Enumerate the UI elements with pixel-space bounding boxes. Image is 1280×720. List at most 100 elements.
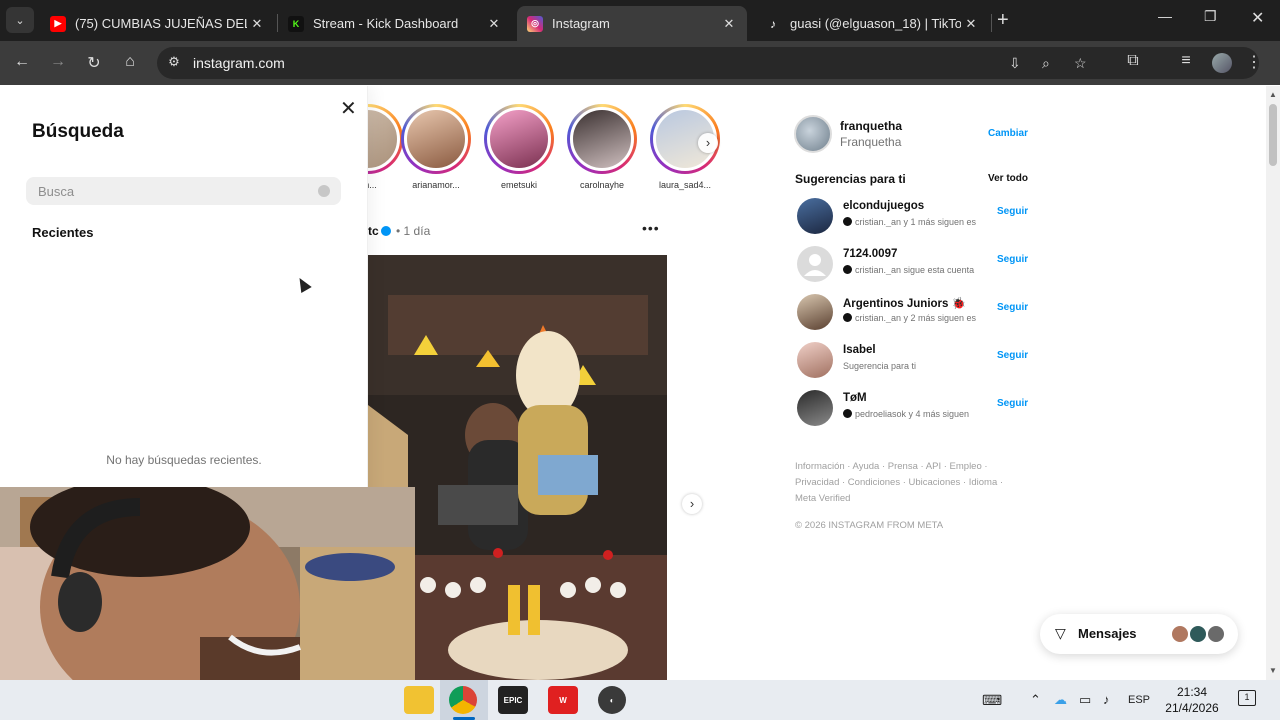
see-all-link[interactable]: Ver todo bbox=[988, 173, 1028, 184]
chrome-icon[interactable] bbox=[449, 686, 477, 714]
tab-search-button[interactable]: ⌄ bbox=[6, 7, 34, 33]
obs-icon[interactable]: ◐ bbox=[598, 686, 626, 714]
close-icon[interactable]: ✕ bbox=[247, 16, 267, 32]
address-bar[interactable]: ⚙ instagram.com ⇩ ⌕ ☆ bbox=[157, 47, 1259, 79]
more-options-icon[interactable]: ••• bbox=[642, 220, 660, 236]
close-search-icon[interactable]: ✕ bbox=[340, 96, 357, 121]
story-name: arianamor... bbox=[412, 180, 460, 190]
switch-account-button[interactable]: Cambiar bbox=[988, 128, 1028, 139]
reload-icon[interactable]: ↻ bbox=[84, 53, 104, 73]
follow-button[interactable]: Seguir bbox=[997, 398, 1028, 409]
suggestion-row: Isabel Sugerencia para ti Seguir bbox=[797, 340, 1028, 380]
current-user-avatar[interactable] bbox=[794, 115, 832, 153]
clear-search-icon[interactable] bbox=[318, 185, 330, 197]
story-ring bbox=[567, 104, 637, 174]
footer-links[interactable]: Información · Ayuda · Prensa · API · Emp… bbox=[795, 459, 1010, 507]
tab-tiktok[interactable]: ♪ guasi (@elguason_18) | TikTok ✕ bbox=[755, 6, 989, 41]
search-title: Búsqueda bbox=[32, 121, 124, 142]
suggestion-username[interactable]: Argentinos Juniors 🐞 bbox=[843, 296, 966, 310]
suggestion-username[interactable]: elcondujuegos bbox=[843, 200, 924, 212]
story-item[interactable]: emetsuki bbox=[483, 104, 555, 190]
epic-games-icon[interactable]: EPIC bbox=[498, 686, 528, 714]
forward-icon[interactable]: → bbox=[48, 53, 68, 71]
close-icon[interactable]: ✕ bbox=[719, 16, 739, 32]
story-avatar bbox=[570, 107, 634, 171]
minimize-icon[interactable]: — bbox=[1158, 8, 1172, 24]
send-icon: ▽ bbox=[1055, 625, 1066, 641]
scroll-thumb[interactable] bbox=[1269, 104, 1277, 166]
suggestion-subtitle: cristian._an y 2 más siguen es bbox=[843, 313, 989, 323]
browser-menu-icon[interactable]: ⋮ bbox=[1244, 52, 1264, 72]
suggestions-heading: Sugerencias para ti bbox=[795, 172, 906, 186]
browser-profile-avatar[interactable] bbox=[1212, 53, 1232, 73]
suggestion-avatar[interactable] bbox=[797, 390, 833, 426]
suggestion-username[interactable]: 7124.0097 bbox=[843, 248, 897, 260]
network-icon[interactable]: ▭ bbox=[1079, 692, 1091, 708]
webcam-overlay bbox=[0, 487, 415, 680]
suggestion-row: Argentinos Juniors 🐞 cristian._an y 2 má… bbox=[797, 292, 1028, 332]
tray-chevron-icon[interactable]: ⌃ bbox=[1030, 692, 1041, 708]
mouse-cursor-icon bbox=[294, 274, 312, 294]
recent-heading: Recientes bbox=[32, 225, 94, 240]
suggestion-username[interactable]: TøM bbox=[843, 392, 867, 404]
onedrive-icon[interactable]: ☁ bbox=[1054, 692, 1067, 708]
story-item[interactable]: carolnayhe bbox=[566, 104, 638, 190]
tab-youtube[interactable]: ▶ (75) CUMBIAS JUJEÑAS DEL RE ✕ bbox=[40, 6, 275, 41]
message-avatar bbox=[1170, 624, 1190, 644]
site-info-icon[interactable]: ⚙ bbox=[165, 54, 183, 72]
suggestion-subtitle: cristian._an sigue esta cuenta bbox=[843, 265, 989, 275]
post-next-arrow-icon[interactable]: › bbox=[682, 494, 702, 514]
bookmark-star-icon[interactable]: ☆ bbox=[1074, 55, 1087, 72]
system-clock[interactable]: 21:34 21/4/2026 bbox=[1163, 684, 1221, 716]
story-name: emetsuki bbox=[500, 180, 537, 190]
youtube-icon: ▶ bbox=[50, 15, 66, 32]
current-username[interactable]: franquetha bbox=[840, 119, 902, 133]
message-avatar bbox=[1188, 624, 1208, 644]
close-icon[interactable]: ✕ bbox=[961, 16, 981, 32]
tab-title: (75) CUMBIAS JUJEÑAS DEL RE bbox=[75, 16, 247, 31]
page-scrollbar[interactable]: ▲ ▼ bbox=[1266, 86, 1280, 680]
search-input[interactable] bbox=[26, 177, 341, 205]
suggestion-username[interactable]: Isabel bbox=[843, 344, 876, 356]
file-explorer-icon[interactable] bbox=[404, 686, 434, 714]
wps-office-icon[interactable]: W bbox=[548, 686, 578, 714]
scroll-down-icon[interactable]: ▼ bbox=[1269, 666, 1277, 675]
close-icon[interactable]: ✕ bbox=[484, 16, 504, 32]
media-control-icon[interactable]: ≡ bbox=[1176, 52, 1196, 70]
back-icon[interactable]: ← bbox=[12, 53, 32, 71]
footer-copyright: © 2026 INSTAGRAM FROM META bbox=[795, 520, 944, 531]
post-time: 1 día bbox=[403, 224, 431, 238]
messages-button[interactable]: ▽ Mensajes bbox=[1040, 614, 1238, 654]
no-recent-message: No hay búsquedas recientes. bbox=[106, 453, 262, 467]
instagram-icon: ◎ bbox=[527, 15, 543, 32]
language-indicator[interactable]: ESP bbox=[1128, 694, 1150, 706]
windows-taskbar: EPIC W ◐ ⌨ ⌃ ☁ ▭ ♪ ESP 21:34 21/4/2026 1 bbox=[0, 680, 1280, 720]
story-item[interactable]: arianamor... bbox=[400, 104, 472, 190]
home-icon[interactable]: ⌂ bbox=[120, 53, 140, 71]
extensions-icon[interactable]: ⧉ bbox=[1123, 52, 1143, 70]
scroll-up-icon[interactable]: ▲ bbox=[1269, 90, 1277, 99]
restore-icon[interactable]: ❐ bbox=[1204, 8, 1217, 25]
suggestion-avatar[interactable] bbox=[797, 294, 833, 330]
follow-button[interactable]: Seguir bbox=[997, 302, 1028, 313]
post-username[interactable]: tc bbox=[368, 224, 379, 238]
suggestion-avatar[interactable] bbox=[797, 342, 833, 378]
tab-kick[interactable]: K Stream - Kick Dashboard ✕ bbox=[278, 6, 512, 41]
keyboard-layout-icon[interactable]: ⌨ bbox=[982, 692, 1002, 709]
volume-icon[interactable]: ♪ bbox=[1103, 692, 1110, 707]
tab-instagram[interactable]: ◎ Instagram ✕ bbox=[517, 6, 747, 41]
zoom-icon[interactable]: ⌕ bbox=[1042, 55, 1050, 72]
browser-toolbar: ← → ↻ ⌂ ⚙ instagram.com ⇩ ⌕ ☆ ⧉ ≡ ⋮ bbox=[0, 41, 1280, 85]
window-close-icon[interactable]: ✕ bbox=[1251, 8, 1264, 28]
suggestion-row: 7124.0097 cristian._an sigue esta cuenta… bbox=[797, 244, 1028, 284]
tiktok-icon: ♪ bbox=[770, 16, 776, 31]
install-app-icon[interactable]: ⇩ bbox=[1009, 55, 1021, 72]
follow-button[interactable]: Seguir bbox=[997, 350, 1028, 361]
notification-icon[interactable]: 1 bbox=[1238, 690, 1256, 706]
new-tab-icon[interactable]: + bbox=[997, 10, 1009, 30]
follow-button[interactable]: Seguir bbox=[997, 254, 1028, 265]
suggestion-avatar[interactable] bbox=[797, 198, 833, 234]
suggestion-avatar[interactable] bbox=[797, 246, 833, 282]
follow-button[interactable]: Seguir bbox=[997, 206, 1028, 217]
stories-next-arrow-icon[interactable]: › bbox=[698, 133, 718, 153]
